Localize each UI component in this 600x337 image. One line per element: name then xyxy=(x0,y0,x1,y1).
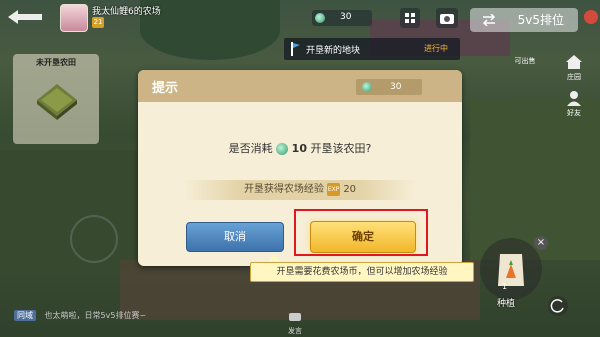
unopened-farmland-card[interactable]: 未开垦农田 xyxy=(13,54,99,144)
reward-text: 开垦获得农场经验 xyxy=(243,184,324,195)
seed-count: 1 xyxy=(502,282,508,291)
dialog-title: 提示 xyxy=(152,81,179,96)
grid-icon xyxy=(405,13,415,23)
question-prefix: 是否消耗 xyxy=(228,142,273,155)
ranked-5v5-label: 5v5排位 xyxy=(517,13,564,27)
quest-flag-icon xyxy=(291,42,300,56)
farmland-tile-icon xyxy=(37,84,77,120)
friends-button[interactable]: 好友 xyxy=(562,90,586,120)
cancel-button[interactable]: 取消 xyxy=(186,222,284,252)
friend-icon xyxy=(567,91,581,106)
refresh-button[interactable] xyxy=(548,296,568,316)
manor-label: 庄园 xyxy=(567,73,581,81)
coin-counter: 30 xyxy=(312,10,372,26)
sell-label: 可出售 xyxy=(514,57,536,65)
close-icon[interactable]: × xyxy=(534,236,548,250)
seed-bag-icon xyxy=(498,254,524,286)
chat-message: 也太萌啦，日常5v5排位赛~ xyxy=(44,311,147,320)
coin-amount: 30 xyxy=(340,12,352,22)
reward-amount: 20 xyxy=(343,184,357,195)
dialog-coin-balance: 30 xyxy=(356,79,422,95)
farm-coin-icon xyxy=(315,13,325,23)
chat-bubble-icon[interactable] xyxy=(584,10,598,24)
house-icon xyxy=(566,55,582,69)
farm-menu-button[interactable] xyxy=(400,8,420,28)
voice-speak-button[interactable]: 发言 xyxy=(280,312,310,335)
camera-button[interactable] xyxy=(436,8,458,28)
confirm-highlight-box xyxy=(294,209,428,256)
farm-level-badge: 21 xyxy=(92,17,104,28)
swap-icon xyxy=(482,14,496,26)
dialog-header: 提示 30 xyxy=(138,70,462,102)
question-cost: 10 xyxy=(291,142,307,155)
quest-status: 进行中 xyxy=(424,44,448,53)
sell-button[interactable]: 可出售 xyxy=(505,56,545,86)
refresh-icon xyxy=(550,299,564,313)
farm-exp-icon: EXP xyxy=(327,182,341,196)
speech-icon xyxy=(289,313,301,321)
manor-button[interactable]: 庄园 xyxy=(562,54,586,84)
unopened-farmland-title: 未开垦农田 xyxy=(36,58,76,67)
balance-amount: 30 xyxy=(390,82,402,92)
farm-name: 我太仙鲤6的农场 xyxy=(92,7,161,17)
plant-seed-button[interactable]: × 1 xyxy=(480,236,548,300)
back-button[interactable] xyxy=(4,6,48,28)
ranked-5v5-button[interactable]: 5v5排位 xyxy=(470,8,578,32)
reward-banner: 开垦获得农场经验 EXP 20 xyxy=(184,180,416,200)
quest-title: 开垦新的地块 xyxy=(306,46,361,56)
camera-icon xyxy=(440,14,454,24)
quest-tracker[interactable]: 开垦新的地块 进行中 xyxy=(284,38,460,60)
farm-coin-icon xyxy=(276,143,289,155)
chat-channel: 同域 xyxy=(14,310,36,321)
player-avatar[interactable] xyxy=(60,4,88,32)
farm-coin-icon xyxy=(362,82,372,92)
question-suffix: 开垦该农田? xyxy=(310,142,372,155)
tooltip-arrow xyxy=(268,254,280,262)
friends-label: 好友 xyxy=(567,109,581,117)
chat-bar[interactable]: 同域 也太萌啦，日常5v5排位赛~ xyxy=(14,310,214,328)
guide-tooltip: 开垦需要花费农场币，但可以增加农场经验 xyxy=(250,262,474,282)
top-bar: 我太仙鲤6的农场 21 30 5v5排位 xyxy=(0,0,600,40)
dialog-question: 是否消耗 10 开垦该农田? xyxy=(138,140,462,156)
speak-label: 发言 xyxy=(288,327,302,335)
back-arrow-icon xyxy=(8,10,42,24)
plant-label: 种植 xyxy=(497,299,516,309)
